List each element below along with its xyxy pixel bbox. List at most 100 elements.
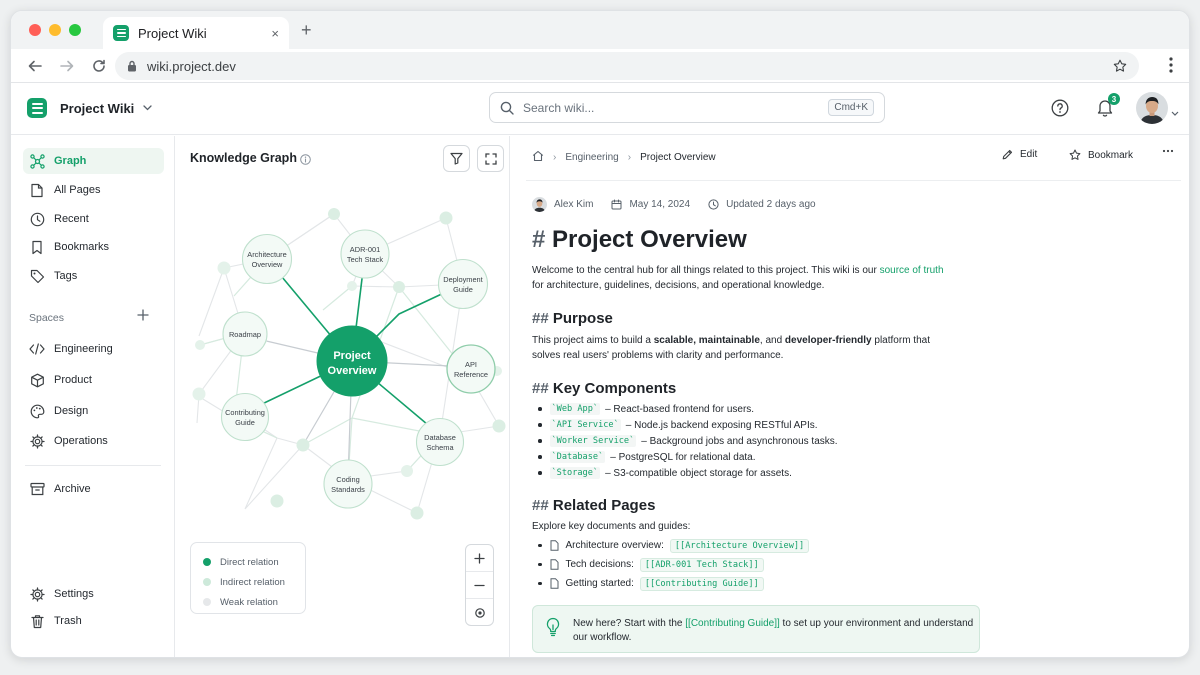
help-icon[interactable] [1051, 99, 1069, 122]
tab-close-icon[interactable]: × [271, 26, 279, 41]
graph-node-deployment-guide[interactable]: Deployment Guide [437, 258, 489, 310]
sidebar-item-label: Archive [54, 483, 91, 495]
graph-node-database-schema[interactable]: Database Schema [415, 417, 465, 467]
sidebar-item-operations[interactable]: Operations [23, 428, 164, 454]
sidebar: Graph All Pages Recent Bookmarks Tags Sp… [11, 136, 175, 657]
heading-marker: ## [532, 497, 549, 514]
sidebar-item-design[interactable]: Design [23, 398, 164, 424]
maximize-window-button[interactable] [69, 24, 81, 36]
graph-canvas[interactable]: ADR-001 Tech Stack Architecture Overview… [176, 186, 510, 536]
page-content: › Engineering › Project Overview Edit Bo… [511, 136, 1189, 657]
legend-item-direct: Direct relation [203, 552, 305, 572]
bookmark-button[interactable]: Bookmark [1069, 149, 1133, 161]
browser-menu-icon[interactable] [1169, 57, 1173, 78]
sidebar-item-engineering[interactable]: Engineering [23, 336, 164, 362]
graph-icon [29, 153, 45, 169]
notification-badge: 3 [1108, 93, 1120, 105]
graph-node-api-reference[interactable]: API Reference [446, 344, 496, 394]
graph-node-contributing-guide[interactable]: Contributing Guide [220, 392, 270, 442]
graph-label-nodes[interactable]: ADR-001 Tech Stack Architecture Overview… [220, 229, 496, 509]
sidebar-item-trash[interactable]: Trash [23, 608, 164, 634]
legend-dot [203, 558, 211, 566]
wiki-link[interactable]: [[Contributing Guide]] [639, 576, 764, 591]
more-options-button[interactable] [1162, 149, 1174, 153]
search-input[interactable] [523, 100, 829, 115]
new-tab-button[interactable]: + [301, 21, 312, 39]
archive-icon [29, 481, 45, 497]
star-icon[interactable] [1113, 59, 1127, 73]
legend-item-weak: Weak relation [203, 592, 305, 612]
author-name[interactable]: Alex Kim [554, 199, 593, 210]
components-heading: ## Key Components [532, 380, 952, 397]
url-field[interactable]: wiki.project.dev [115, 52, 1139, 80]
sidebar-item-recent[interactable]: Recent [23, 206, 164, 232]
zoom-controls [465, 544, 494, 626]
graph-node-project-overview[interactable]: Project Overview [316, 325, 388, 397]
zoom-in-button[interactable] [466, 545, 493, 572]
recenter-button[interactable] [466, 599, 493, 626]
list-item: `Storage` – S3-compatible object storage … [532, 465, 952, 481]
browser-tab[interactable]: Project Wiki × [103, 17, 289, 49]
trash-icon [29, 613, 45, 629]
list-item: `Worker Service` – Background jobs and as… [532, 433, 952, 449]
graph-node-label: Tech Stack [347, 255, 383, 264]
page-title: # Project Overview [532, 226, 952, 260]
graph-node-coding-standards[interactable]: Coding Standards [323, 459, 373, 509]
graph-node-label: Database [424, 433, 456, 442]
chevron-right-icon: › [553, 152, 557, 163]
home-icon[interactable] [532, 150, 544, 165]
component-code: `API Service` [549, 419, 621, 431]
heading-marker: # [532, 226, 546, 253]
sidebar-item-label: Engineering [54, 343, 113, 355]
zoom-out-button[interactable] [466, 572, 493, 599]
sidebar-item-all-pages[interactable]: All Pages [23, 177, 164, 203]
sidebar-item-bookmarks[interactable]: Bookmarks [23, 234, 164, 260]
minus-icon [474, 584, 485, 586]
user-avatar[interactable] [1136, 92, 1168, 124]
fullscreen-button[interactable] [477, 145, 504, 172]
pages-icon [29, 182, 45, 198]
wiki-link[interactable]: [[Architecture Overview]] [669, 538, 810, 553]
gear-icon [29, 586, 45, 602]
graph-title: Knowledge Graph [190, 151, 297, 165]
contributing-guide-link[interactable]: [[Contributing Guide]] [685, 618, 780, 629]
sidebar-item-settings[interactable]: Settings [23, 581, 164, 607]
filter-button[interactable] [443, 145, 470, 172]
sidebar-item-archive[interactable]: Archive [23, 476, 164, 502]
add-space-icon[interactable] [137, 308, 149, 326]
graph-node-architecture-overview[interactable]: Architecture Overview [241, 233, 293, 285]
breadcrumb-item[interactable]: Engineering [565, 152, 618, 163]
document-body: # Project Overview Welcome to the centra… [532, 226, 952, 593]
intro-text: Welcome to the central hub for all thing… [532, 265, 880, 276]
graph-node-adr-001[interactable]: ADR-001 Tech Stack [340, 229, 390, 279]
info-icon[interactable] [300, 152, 311, 170]
workspace-switcher[interactable]: Project Wiki [27, 98, 152, 118]
star-icon [1069, 149, 1081, 160]
list-item: Tech decisions: [[ADR-001 Tech Stack]] [532, 555, 952, 574]
graph-node-label: Contributing [225, 408, 265, 417]
reload-button[interactable] [87, 54, 111, 78]
minimize-window-button[interactable] [49, 24, 61, 36]
close-window-button[interactable] [29, 24, 41, 36]
component-code: `Worker Service` [549, 435, 637, 447]
graph-node-roadmap[interactable]: Roadmap [222, 311, 268, 357]
document-icon [550, 540, 559, 551]
sidebar-item-graph[interactable]: Graph [23, 148, 164, 174]
list-item: Architecture overview: [[Architecture Ove… [532, 536, 952, 555]
document-icon [550, 578, 559, 589]
edit-button[interactable]: Edit [1002, 149, 1037, 160]
onboarding-callout: New here? Start with the [[Contributing … [532, 605, 980, 653]
palette-icon [29, 403, 45, 419]
box-icon [29, 372, 45, 388]
chevron-down-icon[interactable] [1171, 103, 1179, 121]
sidebar-item-product[interactable]: Product [23, 367, 164, 393]
heading-marker: ## [532, 380, 549, 397]
back-button[interactable] [23, 54, 47, 78]
graph-node-label: Guide [453, 285, 473, 294]
wiki-link[interactable]: [[ADR-001 Tech Stack]] [639, 557, 764, 572]
forward-button[interactable] [55, 54, 79, 78]
legend-label: Direct relation [220, 556, 279, 568]
sidebar-item-tags[interactable]: Tags [23, 263, 164, 289]
source-of-truth-link[interactable]: source of truth [880, 265, 944, 276]
search-box[interactable]: Cmd+K [489, 92, 885, 123]
